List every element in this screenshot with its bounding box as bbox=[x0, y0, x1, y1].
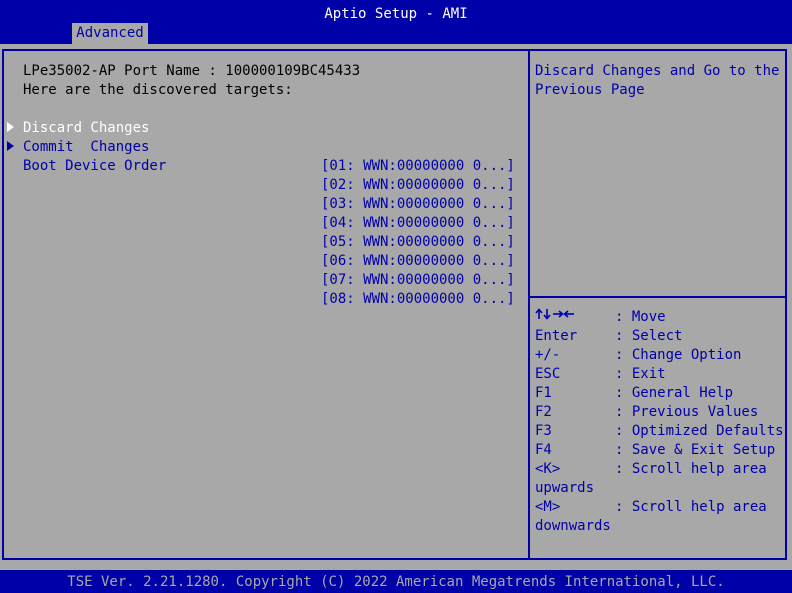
title-bar: Aptio Setup - AMI Advanced bbox=[0, 0, 792, 44]
boot-device-07[interactable]: [07: WWN:00000000 0...] bbox=[321, 271, 515, 290]
key-m: <M> bbox=[535, 499, 561, 515]
key-esc: ESC bbox=[535, 366, 561, 382]
tab-advanced[interactable]: Advanced bbox=[72, 23, 148, 44]
boot-device-06[interactable]: [06: WWN:00000000 0...] bbox=[321, 252, 515, 271]
main-panel: LPe35002-AP Port Name : 100000109BC45433… bbox=[0, 44, 792, 570]
key-f3: F3 bbox=[535, 423, 552, 439]
key-f3-desc: : Optimized Defaults bbox=[615, 423, 784, 439]
key-f2-desc: : Previous Values bbox=[615, 404, 759, 420]
key-k: <K> bbox=[535, 461, 561, 477]
help-text-line1: Discard Changes and Go to the bbox=[535, 63, 780, 79]
key-m-desc-cont: downwards bbox=[535, 518, 611, 534]
boot-device-03[interactable]: [03: WWN:00000000 0...] bbox=[321, 195, 515, 214]
copyright-text: TSE Ver. 2.21.1280. Copyright (C) 2022 A… bbox=[67, 574, 725, 590]
key-f4: F4 bbox=[535, 442, 552, 458]
key-k-desc-cont: upwards bbox=[535, 480, 595, 496]
key-move-desc: : Move bbox=[615, 309, 666, 325]
key-f1-desc: : General Help bbox=[615, 385, 734, 401]
key-enter-desc: : Select bbox=[615, 328, 683, 344]
boot-device-05[interactable]: [05: WWN:00000000 0...] bbox=[321, 233, 515, 252]
discard-changes-item[interactable]: Discard Changes bbox=[23, 119, 149, 138]
app-title: Aptio Setup - AMI bbox=[324, 6, 468, 22]
key-esc-desc: : Exit bbox=[615, 366, 666, 382]
vertical-divider bbox=[528, 49, 530, 560]
key-k-desc: : Scroll help area bbox=[615, 461, 767, 477]
boot-device-02[interactable]: [02: WWN:00000000 0...] bbox=[321, 176, 515, 195]
boot-device-08[interactable]: [08: WWN:00000000 0...] bbox=[321, 290, 515, 309]
boot-device-04[interactable]: [04: WWN:00000000 0...] bbox=[321, 214, 515, 233]
key-m-desc: : Scroll help area bbox=[615, 499, 767, 515]
targets-line: Here are the discovered targets: bbox=[23, 82, 293, 98]
key-plus-minus-desc: : Change Option bbox=[615, 347, 742, 363]
key-plus-minus: +/- bbox=[535, 347, 561, 363]
port-name-line: LPe35002-AP Port Name : 100000109BC45433 bbox=[23, 63, 361, 79]
horizontal-divider bbox=[530, 296, 787, 298]
commit-changes-item[interactable]: Commit Changes bbox=[23, 138, 149, 157]
boot-device-01[interactable]: [01: WWN:00000000 0...] bbox=[321, 157, 515, 176]
navigation-arrows-icon bbox=[535, 308, 574, 320]
key-enter: Enter bbox=[535, 328, 578, 344]
help-text-line2: Previous Page bbox=[535, 82, 645, 98]
key-f1: F1 bbox=[535, 385, 552, 401]
selected-arrow-icon bbox=[7, 122, 14, 132]
footer-bar: TSE Ver. 2.21.1280. Copyright (C) 2022 A… bbox=[0, 570, 792, 593]
boot-device-order-item[interactable]: Boot Device Order bbox=[23, 157, 166, 176]
submenu-arrow-icon bbox=[7, 141, 14, 151]
key-f2: F2 bbox=[535, 404, 552, 420]
key-f4-desc: : Save & Exit Setup bbox=[615, 442, 776, 458]
